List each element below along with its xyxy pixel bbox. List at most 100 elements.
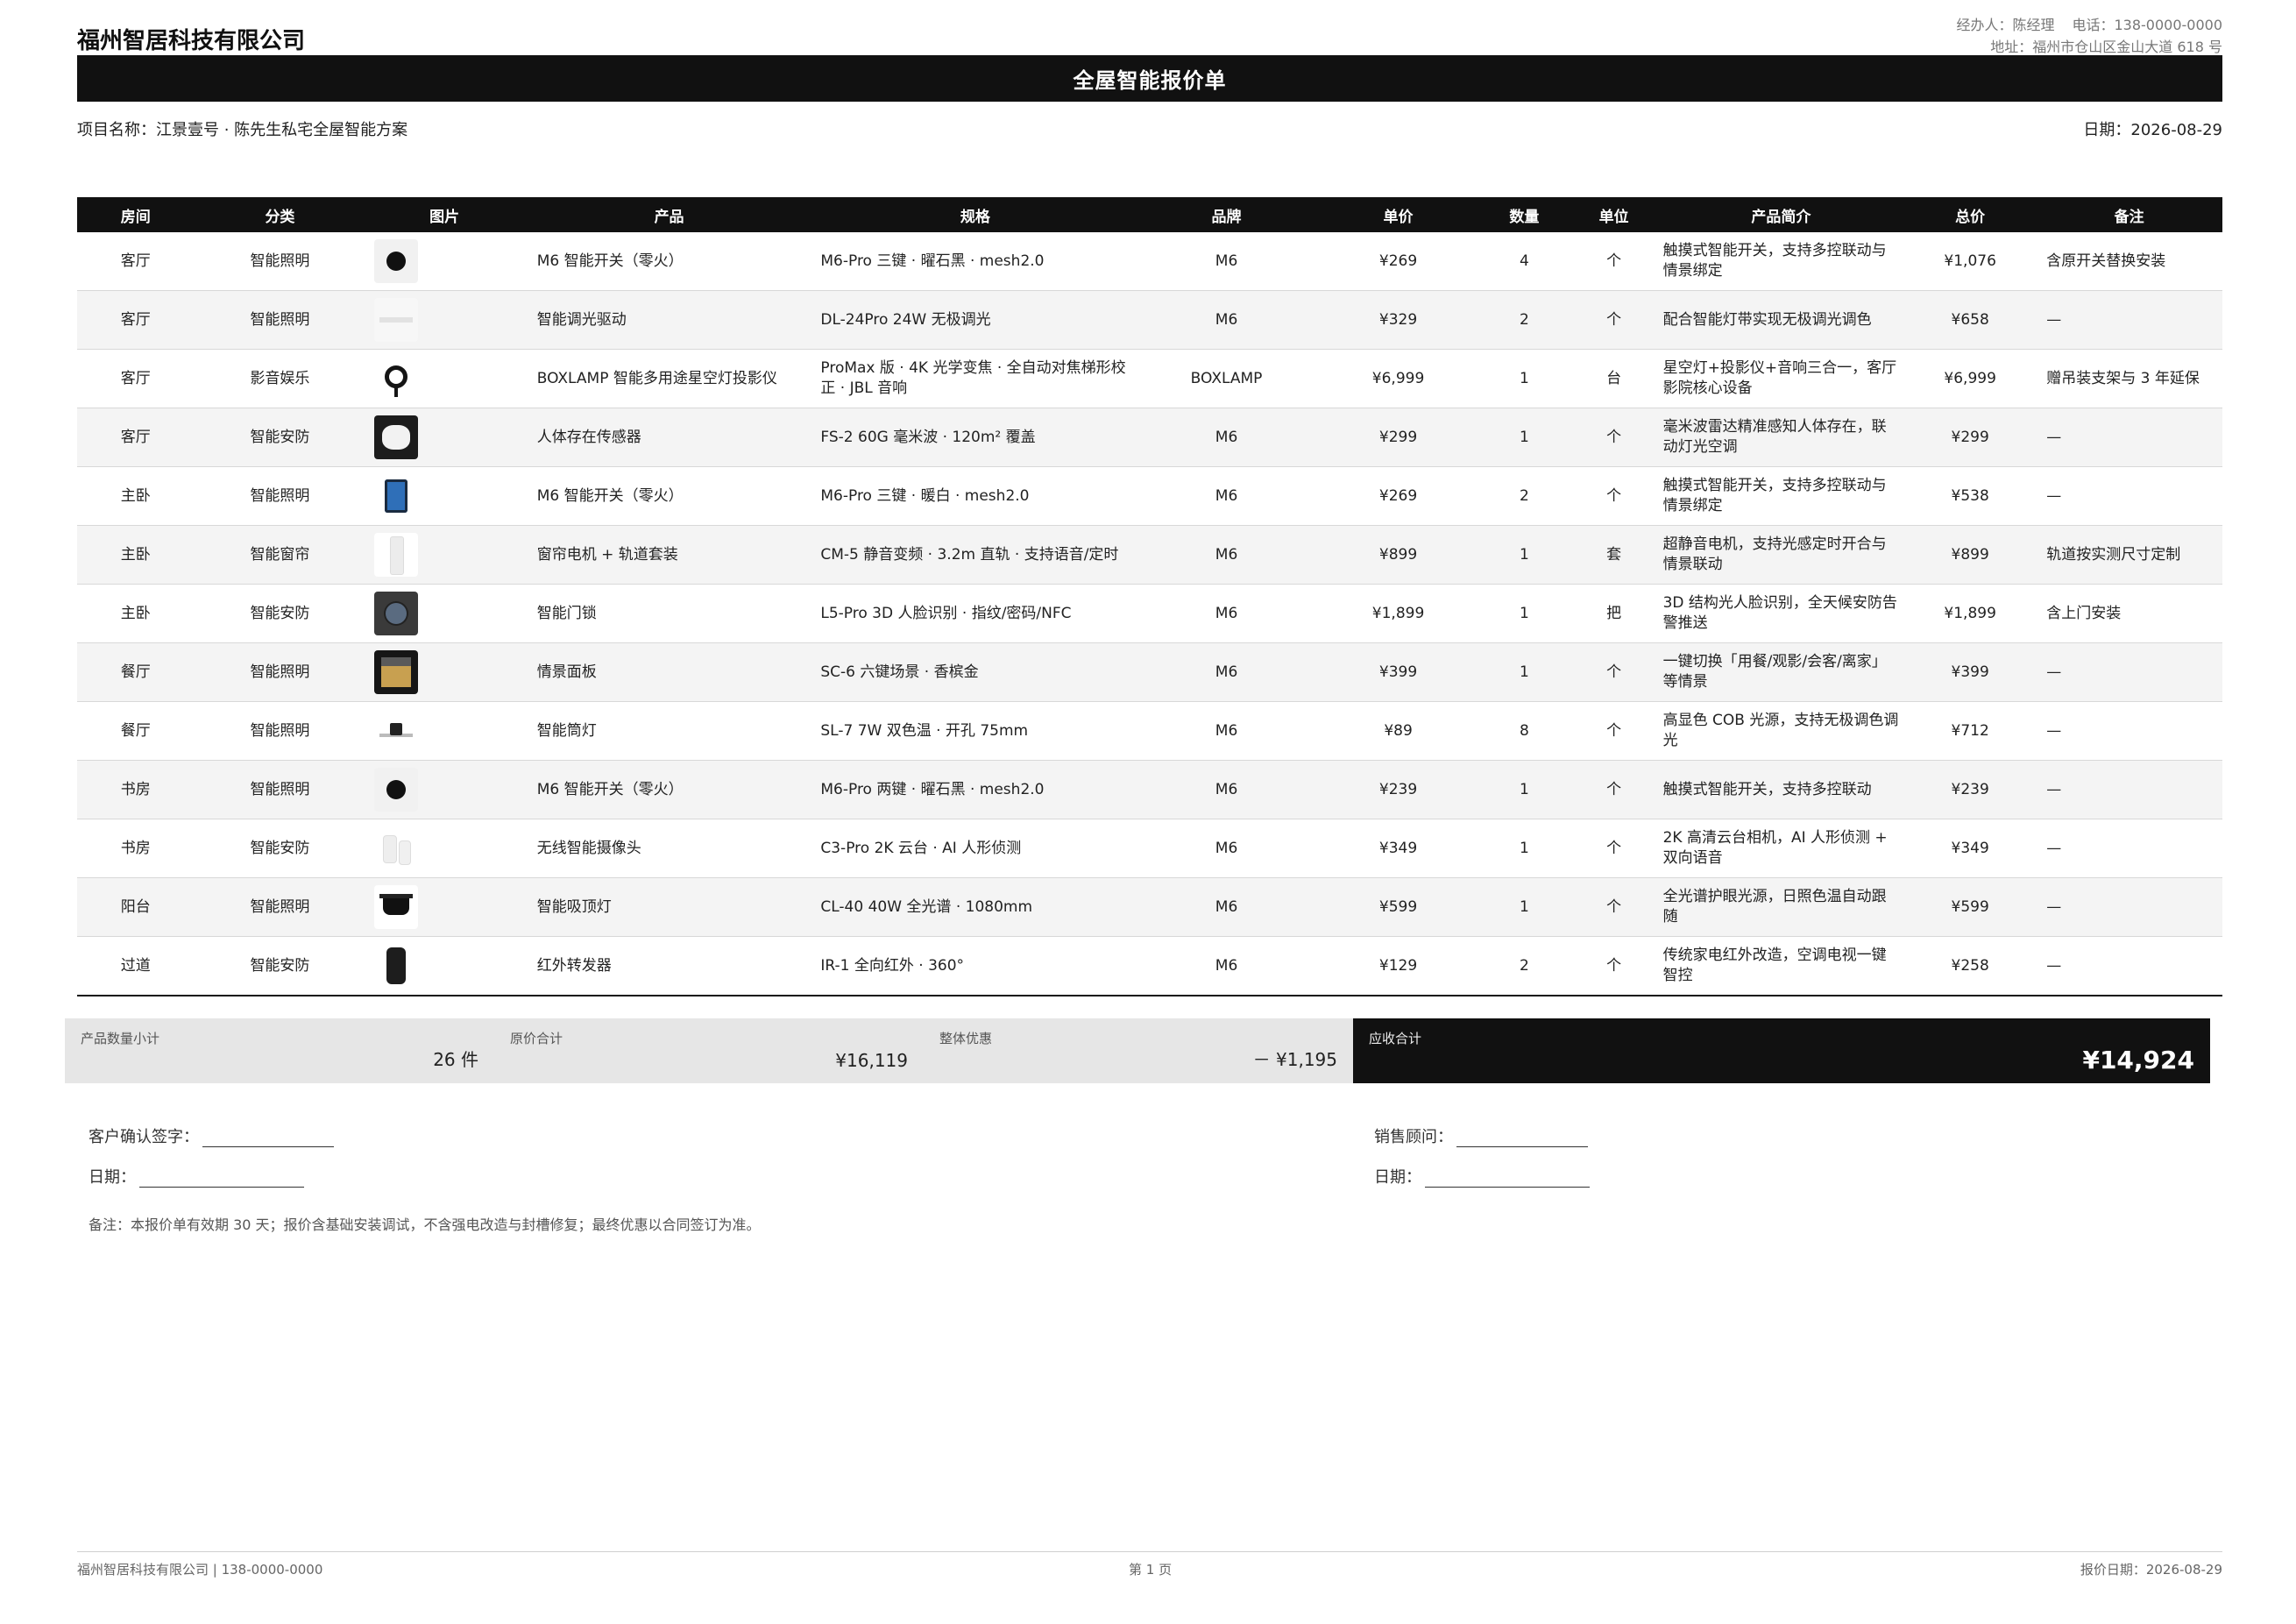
description-cell: 触摸式智能开关，支持多控联动与情景绑定 — [1657, 232, 1905, 291]
summary-bar: 产品数量小计 26 件 原价合计 ¥16,119 整体优惠 － ¥1,195 应… — [65, 1018, 2210, 1083]
unit-price-cell: ¥899 — [1317, 525, 1479, 585]
unit-price-cell: ¥299 — [1317, 408, 1479, 467]
brand-cell: M6 — [1135, 701, 1318, 761]
sales-date[interactable]: 日期： — [1374, 1165, 1590, 1188]
product-cell: 人体存在传感器 — [522, 408, 816, 467]
remark-cell: — — [2036, 701, 2222, 761]
footer-quote-date: 报价日期：2026-08-29 — [2080, 1562, 2222, 1578]
remark-cell: — — [2036, 642, 2222, 702]
table-row: 书房 智能安防 无线智能摄像头 C3-Pro 2K 云台 · AI 人形侦测 M6 ¥34… — [77, 819, 2222, 878]
phone-label: 电话：138-0000-0000 — [2072, 17, 2222, 33]
category-cell: 智能照明 — [194, 642, 366, 702]
header-col-qty: 数量 — [1478, 197, 1570, 232]
qty-cell: 1 — [1478, 584, 1570, 643]
spec-cell: C3-Pro 2K 云台 · AI 人形侦测 — [815, 819, 1136, 878]
unit-price-cell: ¥329 — [1317, 290, 1479, 350]
total-cell: ¥599 — [1904, 877, 2037, 937]
room-cell: 书房 — [77, 819, 195, 878]
product-cell: 智能筒灯 — [522, 701, 816, 761]
category-cell: 智能安防 — [194, 819, 366, 878]
discount: 整体优惠 － ¥1,195 — [924, 1018, 1353, 1083]
product-cell: 智能调光驱动 — [522, 290, 816, 350]
unit-cell: 个 — [1570, 877, 1658, 937]
company-name: 福州智居科技有限公司 — [77, 28, 306, 54]
category-cell: 智能照明 — [194, 877, 366, 937]
qty-cell: 2 — [1478, 290, 1570, 350]
room-cell: 主卧 — [77, 584, 195, 643]
spec-cell: SC-6 六键场景 · 香槟金 — [815, 642, 1136, 702]
scene-panel-image — [374, 650, 419, 694]
image-cell — [365, 232, 523, 291]
brand-cell: M6 — [1135, 877, 1318, 937]
total-cell: ¥1,899 — [1904, 584, 2037, 643]
unit-price-cell: ¥349 — [1317, 819, 1479, 878]
header-col-room: 房间 — [77, 197, 195, 232]
total-cell: ¥299 — [1904, 408, 2037, 467]
customer-signature-line[interactable] — [202, 1131, 334, 1147]
header-col-category: 分类 — [194, 197, 366, 232]
remark-cell: — — [2036, 760, 2222, 819]
room-cell: 主卧 — [77, 525, 195, 585]
category-cell: 智能照明 — [194, 290, 366, 350]
product-cell: BOXLAMP 智能多用途星空灯投影仪 — [522, 349, 816, 408]
sales-signature-line[interactable] — [1456, 1131, 1588, 1147]
unit-cell: 个 — [1570, 408, 1658, 467]
original-total-label: 原价合计 — [510, 1031, 563, 1046]
quotation-page: 福州智居科技有限公司 经办人：陈经理 电话：138-0000-0000 地址：福州… — [0, 0, 2296, 1624]
total-cell: ¥658 — [1904, 290, 2037, 350]
dimmer-driver-image — [374, 298, 419, 342]
room-cell: 餐厅 — [77, 642, 195, 702]
customer-date[interactable]: 日期： — [89, 1165, 304, 1188]
sales-date-line[interactable] — [1425, 1171, 1590, 1188]
product-cell: 无线智能摄像头 — [522, 819, 816, 878]
description-cell: 3D 结构光人脸识别，全天候安防告警推送 — [1657, 584, 1905, 643]
qty-cell: 4 — [1478, 232, 1570, 291]
image-cell — [365, 408, 523, 467]
total-cell: ¥258 — [1904, 936, 2037, 996]
room-cell: 书房 — [77, 760, 195, 819]
total-cell: ¥1,076 — [1904, 232, 2037, 291]
unit-cell: 个 — [1570, 466, 1658, 526]
unit-price-cell: ¥6,999 — [1317, 349, 1479, 408]
image-cell — [365, 760, 523, 819]
qty-cell: 1 — [1478, 408, 1570, 467]
projector-lamp-image — [374, 357, 419, 401]
brand-cell: M6 — [1135, 584, 1318, 643]
header-col-unit: 单位 — [1570, 197, 1658, 232]
description-cell: 超静音电机，支持光感定时开合与情景联动 — [1657, 525, 1905, 585]
spec-cell: SL-7 7W 双色温 · 开孔 75mm — [815, 701, 1136, 761]
brand-cell: BOXLAMP — [1135, 349, 1318, 408]
image-cell — [365, 290, 523, 350]
unit-cell: 个 — [1570, 642, 1658, 702]
image-cell — [365, 525, 523, 585]
table-row: 主卧 智能安防 智能门锁 L5-Pro 3D 人脸识别 · 指纹/密码/NFC M6 ¥1… — [77, 584, 2222, 643]
document-date: 日期：2026-08-29 — [2083, 121, 2222, 139]
table-row: 主卧 智能窗帘 窗帘电机 + 轨道套装 CM-5 静音变频 · 3.2m 直轨 · 支… — [77, 525, 2222, 585]
header-col-description: 产品简介 — [1657, 197, 1905, 232]
footer-divider — [77, 1551, 2222, 1552]
qty-subtotal-label: 产品数量小计 — [81, 1031, 160, 1046]
unit-price-cell: ¥399 — [1317, 642, 1479, 702]
unit-cell: 台 — [1570, 349, 1658, 408]
qty-cell: 1 — [1478, 819, 1570, 878]
category-cell: 智能照明 — [194, 760, 366, 819]
category-cell: 智能窗帘 — [194, 525, 366, 585]
spec-cell: CM-5 静音变频 · 3.2m 直轨 · 支持语音/定时 — [815, 525, 1136, 585]
total-cell: ¥6,999 — [1904, 349, 2037, 408]
qty-cell: 1 — [1478, 525, 1570, 585]
header-col-unit-price: 单价 — [1317, 197, 1479, 232]
image-cell — [365, 349, 523, 408]
sales-signature[interactable]: 销售顾问： — [1374, 1124, 1588, 1147]
discount-value: － ¥1,195 — [1252, 1049, 1337, 1070]
room-cell: 主卧 — [77, 466, 195, 526]
qty-subtotal: 产品数量小计 26 件 — [65, 1018, 494, 1083]
customer-signature[interactable]: 客户确认签字： — [89, 1124, 334, 1147]
room-cell: 阳台 — [77, 877, 195, 937]
category-cell: 智能照明 — [194, 232, 366, 291]
description-cell: 2K 高清云台相机，AI 人形侦测 + 双向语音 — [1657, 819, 1905, 878]
description-cell: 触摸式智能开关，支持多控联动与情景绑定 — [1657, 466, 1905, 526]
footer-company: 福州智居科技有限公司 | 138-0000-0000 — [77, 1562, 323, 1578]
spec-cell: FS-2 60G 毫米波 · 120m² 覆盖 — [815, 408, 1136, 467]
unit-cell: 个 — [1570, 701, 1658, 761]
customer-date-line[interactable] — [139, 1171, 304, 1188]
